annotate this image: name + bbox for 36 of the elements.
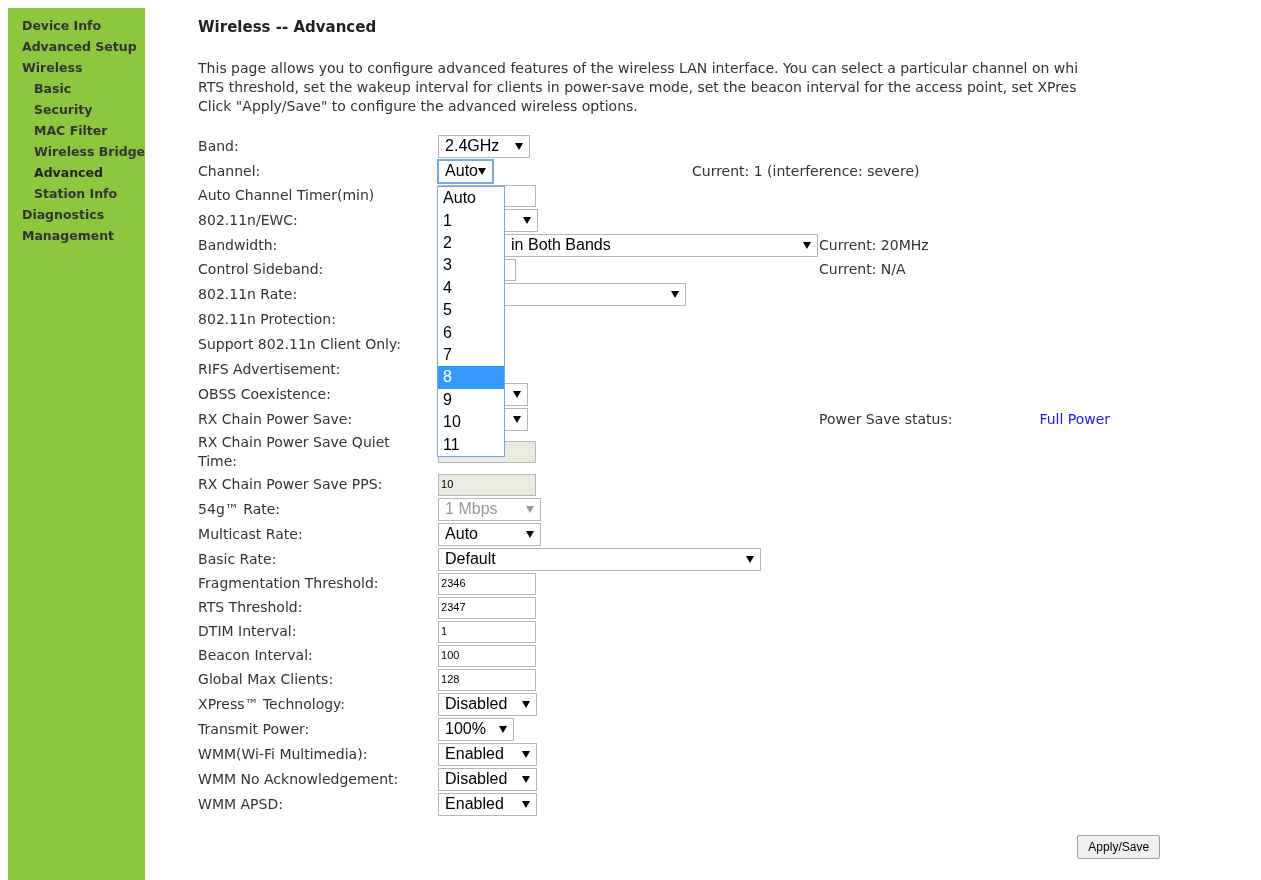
status-value: Full Power <box>1039 409 1111 429</box>
field-label: Transmit Power: <box>198 719 310 739</box>
field-label: Multicast Rate: <box>198 524 303 544</box>
page-title: Wireless -- Advanced <box>198 17 378 38</box>
field-label: Channel: <box>198 161 261 181</box>
field-label: 802.11n Protection: <box>198 309 336 329</box>
field-label: RX Chain Power Save Quiet Time: <box>198 433 391 471</box>
field-label: Beacon Interval: <box>198 646 313 665</box>
description-text: Click "Apply/Save" to configure the advanced wireless options. <box>198 96 638 116</box>
description-text: RTS threshold, set the wakeup interval for clients in power-save mode, set the beacon interval for the access point, set XPres <box>198 77 1077 97</box>
field-label: 802.11n Rate: <box>198 284 298 304</box>
status-text: Current: N/A <box>819 260 906 279</box>
status-text: Current: 1 (interference: severe) <box>692 161 920 181</box>
field-label: Auto Channel Timer(min) <box>198 186 375 205</box>
field-label: WMM APSD: <box>198 794 283 814</box>
field-label: WMM No Acknowledgement: <box>198 769 399 789</box>
field-label: RIFS Advertisement: <box>198 359 341 379</box>
field-label: Global Max Clients: <box>198 670 334 689</box>
field-label: Basic Rate: <box>198 549 277 569</box>
field-label: RTS Threshold: <box>198 598 303 617</box>
field-label: 54g™ Rate: <box>198 499 281 519</box>
field-label: Band: <box>198 136 239 156</box>
field-label: Control Sideband: <box>198 260 324 279</box>
field-label: RX Chain Power Save PPS: <box>198 475 383 494</box>
field-label: WMM(Wi-Fi Multimedia): <box>198 744 368 764</box>
status-text: Power Save status: <box>819 409 953 429</box>
field-label: Bandwidth: <box>198 235 278 255</box>
status-text: Current: 20MHz <box>819 235 929 255</box>
field-label: 802.11n/EWC: <box>198 210 298 230</box>
field-label: Support 802.11n Client Only: <box>198 334 401 354</box>
field-label: DTIM Interval: <box>198 622 297 641</box>
description-text: This page allows you to configure advanced features of the wireless LAN interface. You can select a particular channel on whi <box>198 58 1079 78</box>
field-label: XPress™ Technology: <box>198 694 346 714</box>
field-label: OBSS Coexistence: <box>198 384 331 404</box>
field-label: RX Chain Power Save: <box>198 409 353 429</box>
field-label: Fragmentation Threshold: <box>198 574 379 593</box>
